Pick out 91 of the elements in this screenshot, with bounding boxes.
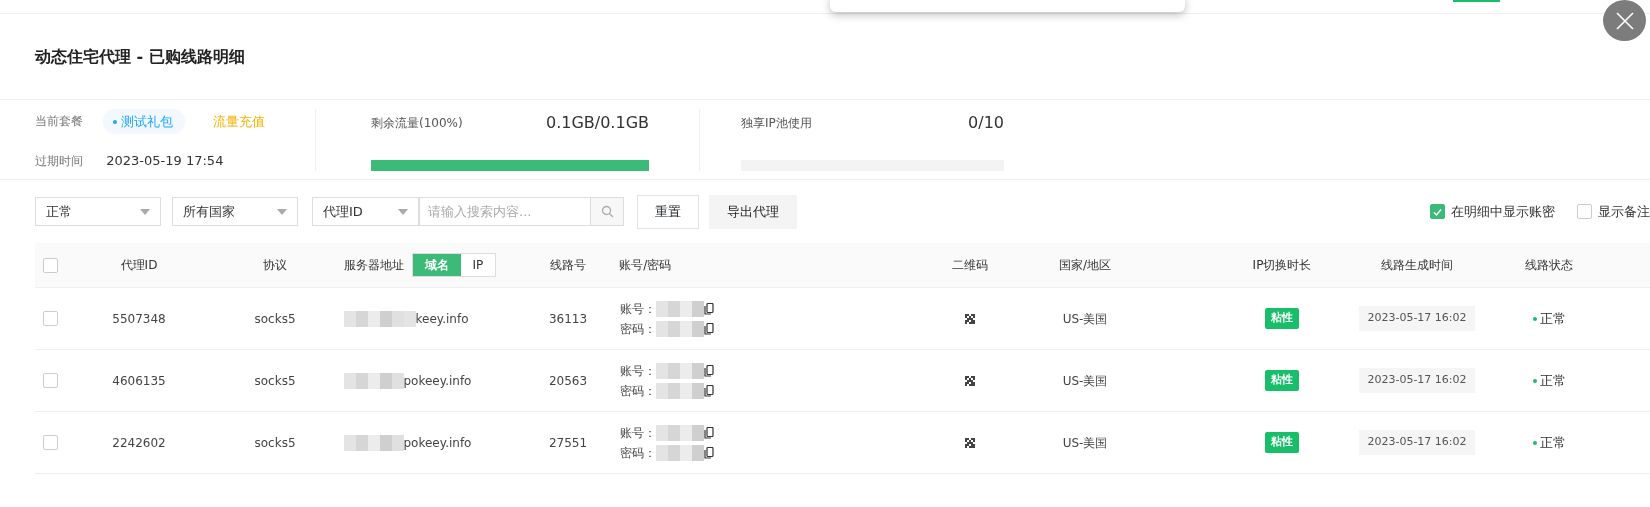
- dropdown[interactable]: 正常: [35, 197, 161, 226]
- mode-tag: 粘性: [1265, 432, 1299, 453]
- field-label: 密码：: [620, 382, 656, 400]
- column-header: 线路状态: [1525, 257, 1573, 274]
- checkbox[interactable]: [1577, 204, 1592, 219]
- close-icon: [1615, 11, 1634, 30]
- status-text: 正常: [1539, 309, 1566, 328]
- column-header: 代理ID: [120, 257, 158, 274]
- table-cell-text: 2242602: [112, 434, 166, 452]
- column-header: 二维码: [952, 257, 988, 274]
- redaction-mosaic: [343, 434, 404, 451]
- redaction-mosaic: [656, 320, 704, 337]
- column-header: 国家/地区: [1058, 257, 1111, 274]
- column-header: 服务器地址: [343, 257, 404, 274]
- mode-tag: 粘性: [1265, 370, 1299, 391]
- date-tag: 2023-05-17 16:02: [1359, 306, 1475, 331]
- option-label: 显示备注: [1598, 202, 1650, 221]
- qr-code-icon[interactable]: [965, 375, 975, 386]
- dropdown[interactable]: 代理ID: [312, 197, 419, 226]
- table-cell-text: US-美国: [1062, 372, 1108, 390]
- field-label: 过期时间: [35, 152, 84, 170]
- qr-code-icon[interactable]: [965, 437, 975, 448]
- column-header: 协议: [263, 257, 287, 274]
- search-icon: [600, 205, 614, 218]
- table-cell-text: 4606135: [112, 372, 166, 390]
- meter-label: 独享IP池使用: [741, 114, 812, 132]
- table-cell-text: 27551: [548, 434, 588, 452]
- caret-icon: [140, 208, 150, 215]
- search-field[interactable]: 请输入搜索内容...: [419, 197, 591, 226]
- table-cell-text: keey.info: [415, 310, 469, 328]
- redaction-mosaic: [656, 362, 704, 379]
- column-header: 账号/密码: [619, 258, 672, 272]
- table-cell-text: US-美国: [1062, 434, 1108, 452]
- option-label: 在明细中显示账密: [1451, 202, 1555, 221]
- table-cell-text: 20563: [548, 372, 588, 390]
- close-button[interactable]: [1603, 0, 1646, 41]
- copy-icon[interactable]: [704, 426, 714, 439]
- meter-value: 0/10: [968, 111, 1004, 134]
- column-header: IP切换时长: [1252, 257, 1312, 274]
- table-cell-text: socks5: [254, 310, 296, 328]
- status-dot: [1532, 378, 1537, 383]
- redaction-mosaic: [343, 372, 404, 389]
- status-dot: [1532, 316, 1537, 321]
- toggle-option[interactable]: IP: [460, 254, 496, 276]
- field-label: 账号：: [620, 424, 656, 442]
- table-cell-text: pokeey.info: [403, 434, 472, 452]
- expiry-date: 2023-05-19 17:54: [106, 152, 224, 170]
- checkbox[interactable]: [1430, 204, 1445, 219]
- table-cell-text: pokeey.info: [403, 372, 472, 390]
- redaction-mosaic: [656, 444, 704, 461]
- checkbox[interactable]: [42, 311, 58, 326]
- field-label: 密码：: [620, 444, 656, 462]
- copy-icon[interactable]: [704, 364, 714, 377]
- modal-title: 动态住宅代理 - 已购线路明细: [0, 14, 1650, 100]
- tab-indicator: [1453, 0, 1500, 2]
- mode-tag: 粘性: [1265, 308, 1299, 329]
- column-header: 线路号: [550, 257, 586, 274]
- date-tag: 2023-05-17 16:02: [1359, 430, 1475, 455]
- copy-icon[interactable]: [704, 322, 714, 335]
- table-cell-text: 36113: [548, 310, 588, 328]
- checkbox[interactable]: [42, 435, 58, 450]
- field-label: 账号：: [620, 300, 656, 318]
- table-cell-text: socks5: [254, 372, 296, 390]
- dropdown[interactable]: 所有国家: [172, 197, 298, 226]
- checkbox[interactable]: [42, 373, 58, 388]
- redaction-mosaic: [656, 382, 704, 399]
- table-cell-text: US-美国: [1062, 310, 1108, 328]
- field-label: 账号：: [620, 362, 656, 380]
- caret-icon: [277, 208, 287, 215]
- column-header: 线路生成时间: [1381, 257, 1453, 274]
- status-text: 正常: [1539, 371, 1566, 390]
- field-label: 密码：: [620, 320, 656, 338]
- copy-icon[interactable]: [704, 302, 714, 315]
- caret-icon: [398, 208, 408, 215]
- checkbox[interactable]: [42, 257, 58, 273]
- meter-value: 0.1GB/0.1GB: [545, 111, 649, 134]
- redaction-mosaic: [656, 300, 704, 317]
- reset-button[interactable]: 重置: [637, 194, 699, 229]
- export-button[interactable]: 导出代理: [709, 194, 797, 229]
- check-icon: [1432, 206, 1443, 217]
- table-cell-text: 5507348: [112, 310, 166, 328]
- status-dot: [1532, 440, 1537, 445]
- table-cell-text: socks5: [254, 434, 296, 452]
- field-label: 当前套餐: [35, 113, 84, 131]
- qr-code-icon[interactable]: [965, 313, 975, 324]
- redaction-mosaic: [656, 424, 704, 441]
- meter-label: 剩余流量(100%): [371, 114, 463, 132]
- status-text: 正常: [1539, 433, 1566, 452]
- date-tag: 2023-05-17 16:02: [1359, 368, 1475, 393]
- copy-icon[interactable]: [704, 384, 714, 397]
- copy-icon[interactable]: [704, 446, 714, 459]
